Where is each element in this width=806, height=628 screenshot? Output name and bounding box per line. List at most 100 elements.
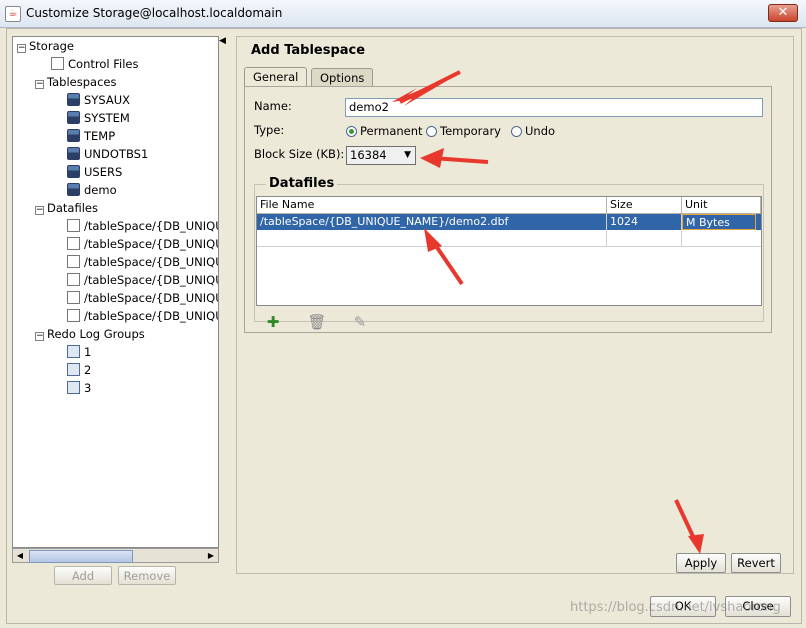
tree-node-label: Storage	[29, 39, 74, 53]
type-label: Type:	[254, 123, 285, 137]
datafile-icon	[67, 255, 80, 268]
datafile-icon	[67, 309, 80, 322]
tab-options[interactable]: Options	[311, 68, 374, 87]
datafile-icon	[67, 219, 80, 232]
tree-node-label: USERS	[84, 165, 123, 179]
datafile-icon	[67, 273, 80, 286]
redo-log-icon	[67, 345, 80, 358]
radio-label: Temporary	[440, 124, 501, 138]
collapse-icon[interactable]: −	[35, 332, 44, 341]
tree-node-tablespace[interactable]: TEMP	[67, 127, 115, 145]
tree-node-label: UNDOTBS1	[84, 147, 149, 161]
type-undo-radio[interactable]: Undo	[511, 124, 555, 138]
tree-node-control-files[interactable]: Control Files	[51, 55, 138, 73]
table-row[interactable]: /tableSpace/{DB_UNIQUE_NAME}/demo2.dbf 1…	[257, 214, 761, 230]
datafiles-table[interactable]: File Name Size Unit /tableSpace/{DB_UNIQ…	[256, 196, 762, 306]
tree-node-label: SYSTEM	[84, 111, 130, 125]
tree-node-label: /tableSpace/{DB_UNIQU	[84, 219, 219, 233]
tree-node-redo-group[interactable]: 3	[67, 379, 91, 397]
tree-node-tablespace[interactable]: UNDOTBS1	[67, 145, 148, 163]
tree-node-datafiles[interactable]: − Datafiles	[35, 199, 98, 217]
tree-horizontal-scrollbar[interactable]: ◀ ▶	[12, 548, 219, 563]
cell-unit[interactable]: M Bytes	[682, 214, 756, 230]
tree-node-tablespace[interactable]: SYSAUX	[67, 91, 130, 109]
cell-file-name[interactable]: /tableSpace/{DB_UNIQUE_NAME}/demo2.dbf	[257, 214, 607, 230]
block-size-value: 16384	[350, 148, 387, 162]
radio-label: Undo	[525, 124, 556, 138]
tablespace-icon	[67, 129, 80, 142]
tree-node-datafile[interactable]: /tableSpace/{DB_UNIQU	[67, 253, 219, 271]
tree-node-datafile[interactable]: /tableSpace/{DB_UNIQU	[67, 289, 219, 307]
radio-selected-icon[interactable]	[346, 126, 357, 137]
tree-node-label: Control Files	[68, 57, 139, 71]
chevron-down-icon[interactable]: ▼	[404, 147, 411, 163]
tree-node-storage[interactable]: − Storage	[17, 37, 74, 55]
tree-node-datafile[interactable]: /tableSpace/{DB_UNIQU	[67, 235, 218, 253]
cell-empty[interactable]	[257, 230, 607, 246]
tree-node-tablespace[interactable]: SYSTEM	[67, 109, 130, 127]
datafile-icon	[67, 237, 80, 250]
scroll-right-icon[interactable]: ▶	[204, 549, 218, 562]
name-label: Name:	[254, 99, 292, 113]
radio-label: Permanent	[360, 124, 423, 138]
tree-node-label: SYSAUX	[84, 93, 130, 107]
control-file-icon	[51, 57, 64, 70]
collapse-icon[interactable]: −	[35, 80, 44, 89]
add-datafile-icon[interactable]: ✚	[263, 312, 283, 332]
tree-node-label: /tableSpace/{DB_UNIQU	[84, 291, 219, 305]
remove-button[interactable]: Remove	[118, 566, 176, 585]
type-permanent-radio[interactable]: Permanent	[346, 124, 423, 138]
tablespace-icon	[67, 183, 80, 196]
tablespace-icon	[67, 147, 80, 160]
tablespace-icon	[67, 111, 80, 124]
table-row-empty[interactable]	[257, 230, 761, 247]
storage-tree[interactable]: − Storage Control Files − Tablespaces SYSA…	[12, 36, 219, 548]
tree-node-label: demo	[84, 183, 117, 197]
tree-node-tablespaces[interactable]: − Tablespaces	[35, 73, 116, 91]
panel-title: Add Tablespace	[251, 43, 366, 58]
tree-node-label: Redo Log Groups	[47, 327, 145, 341]
radio-icon[interactable]	[426, 126, 437, 137]
tablespace-icon	[67, 165, 80, 178]
pencil-icon[interactable]: ✎	[350, 312, 370, 332]
scrollbar-thumb[interactable]	[29, 550, 133, 563]
add-button[interactable]: Add	[54, 566, 112, 585]
tree-node-tablespace[interactable]: USERS	[67, 163, 122, 181]
tree-node-label: /tableSpace/{DB_UNIQU	[84, 273, 219, 287]
collapse-icon[interactable]: −	[35, 206, 44, 215]
type-temporary-radio[interactable]: Temporary	[426, 124, 501, 138]
tree-node-datafile[interactable]: /tableSpace/{DB_UNIQU	[67, 217, 219, 235]
column-header-unit[interactable]: Unit	[682, 197, 761, 214]
window-title: Customize Storage@localhost.localdomain	[26, 6, 283, 20]
tree-node-tablespace[interactable]: demo	[67, 181, 117, 199]
tree-node-label: 2	[84, 363, 92, 377]
tree-node-datafile[interactable]: /tableSpace/{DB_UNIQU	[67, 307, 218, 325]
tree-node-label: TEMP	[84, 129, 116, 143]
cell-size[interactable]: 1024	[607, 214, 682, 230]
tree-node-label: Datafiles	[47, 201, 98, 215]
scroll-left-icon[interactable]: ◀	[13, 549, 27, 562]
tree-node-datafile[interactable]: /tableSpace/{DB_UNIQU	[67, 271, 219, 289]
tree-node-label: 1	[84, 345, 92, 359]
java-app-icon: ☕	[5, 6, 21, 22]
tablespace-icon	[67, 93, 80, 106]
tree-node-label: /tableSpace/{DB_UNIQU	[84, 255, 219, 269]
revert-button[interactable]: Revert	[731, 553, 781, 573]
tree-node-redo-group[interactable]: 2	[67, 361, 91, 379]
apply-button[interactable]: Apply	[676, 553, 726, 573]
tree-node-label: Tablespaces	[47, 75, 117, 89]
tree-node-label: 3	[84, 381, 92, 395]
tree-node-redo-log-groups[interactable]: − Redo Log Groups	[35, 325, 145, 343]
split-pane-collapse-icon[interactable]: ◀	[219, 36, 229, 50]
cell-empty[interactable]	[607, 230, 682, 246]
block-size-select[interactable]: 16384 ▼	[346, 146, 416, 165]
tree-node-redo-group[interactable]: 1	[67, 343, 91, 361]
collapse-icon[interactable]: −	[17, 44, 26, 53]
tablespace-name-input[interactable]: demo2	[345, 98, 763, 117]
trash-icon[interactable]: 🗑	[307, 312, 327, 332]
column-header-size[interactable]: Size	[607, 197, 682, 214]
radio-icon[interactable]	[511, 126, 522, 137]
window-close-button[interactable]: ✕	[768, 4, 798, 22]
tab-general[interactable]: General	[244, 67, 308, 86]
column-header-file-name[interactable]: File Name	[257, 197, 607, 214]
